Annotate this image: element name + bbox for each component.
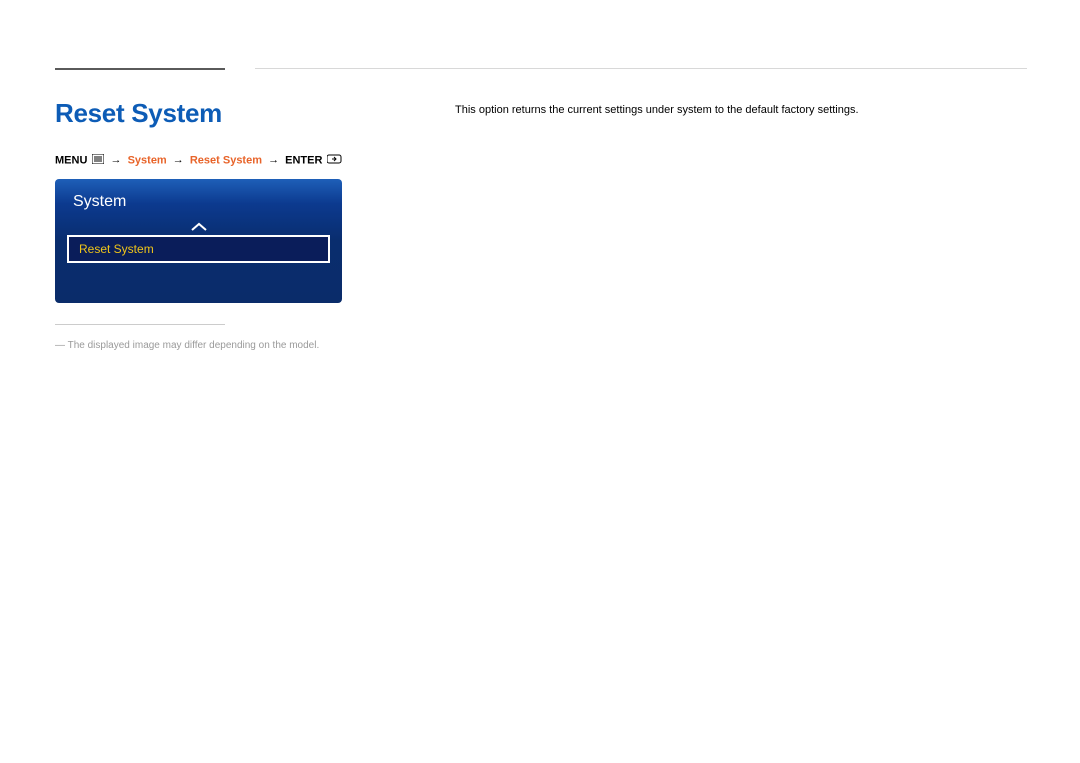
divider-short (55, 68, 225, 70)
breadcrumb: MENU → System → Reset System → ENTER (55, 154, 343, 167)
description-text: This option returns the current settings… (455, 104, 859, 116)
breadcrumb-system: System (128, 154, 167, 166)
footnote-divider (55, 324, 225, 325)
divider-long (255, 68, 1027, 69)
enter-icon (327, 154, 343, 167)
system-menu-panel: System Reset System (55, 179, 342, 303)
arrow-icon: → (268, 154, 279, 166)
menu-item-reset-system[interactable]: Reset System (67, 235, 330, 263)
page-title: Reset System (55, 98, 222, 129)
breadcrumb-reset-system: Reset System (190, 154, 262, 166)
breadcrumb-menu: MENU (55, 154, 87, 166)
breadcrumb-enter: ENTER (285, 154, 322, 166)
menu-icon (92, 154, 104, 167)
menu-panel-title: System (73, 193, 126, 211)
arrow-icon: → (111, 154, 122, 166)
arrow-icon: → (173, 154, 184, 166)
menu-item-label: Reset System (79, 242, 154, 256)
footnote-text: ― The displayed image may differ dependi… (55, 340, 319, 351)
chevron-up-icon[interactable] (190, 219, 208, 235)
